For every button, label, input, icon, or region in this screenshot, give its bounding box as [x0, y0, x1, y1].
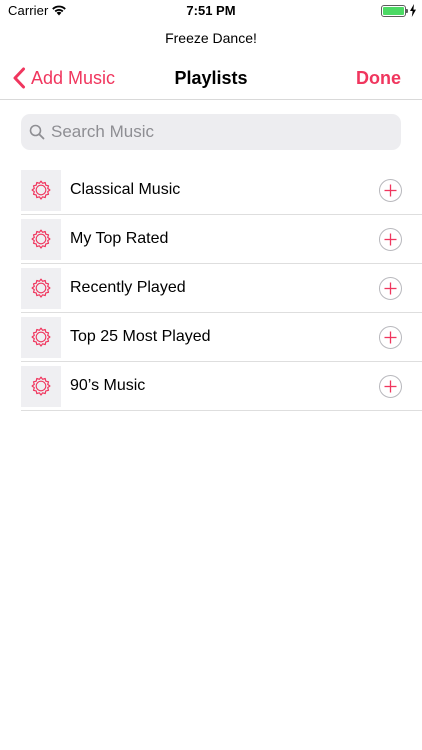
add-icon — [384, 184, 397, 197]
playlist-name: Top 25 Most Played — [70, 328, 211, 345]
playlist-thumbnail — [21, 169, 61, 211]
search-icon — [29, 124, 45, 140]
playlist-gear-icon — [31, 180, 51, 200]
playlist-thumbnail — [21, 218, 61, 260]
charging-bolt-icon — [410, 4, 416, 17]
search-bar[interactable] — [21, 114, 401, 150]
battery-cap — [406, 9, 408, 13]
playlist-thumbnail — [21, 316, 61, 358]
search-input[interactable] — [51, 122, 371, 142]
list-item[interactable]: My Top Rated — [21, 215, 422, 264]
add-playlist-button[interactable] — [379, 277, 402, 300]
playlist-list: Classical Music My Top Rated Recently Pl… — [21, 166, 422, 411]
playlist-gear-icon — [31, 327, 51, 347]
list-item[interactable]: 90’s Music — [21, 362, 422, 411]
add-playlist-button[interactable] — [379, 179, 402, 202]
screen-subtitle: Freeze Dance! — [165, 30, 257, 46]
list-item[interactable]: Classical Music — [21, 166, 422, 215]
add-icon — [384, 380, 397, 393]
playlist-thumbnail — [21, 365, 61, 407]
add-icon — [384, 233, 397, 246]
playlist-gear-icon — [31, 229, 51, 249]
list-item[interactable]: Recently Played — [21, 264, 422, 313]
status-time: 7:51 PM — [186, 3, 236, 18]
navigation-bar: Add Music Playlists Done — [0, 56, 422, 100]
playlist-name: Recently Played — [70, 279, 186, 296]
add-playlist-button[interactable] — [379, 326, 402, 349]
playlist-name: 90’s Music — [70, 377, 146, 394]
battery-icon — [381, 5, 406, 17]
playlist-thumbnail — [21, 267, 61, 309]
add-icon — [384, 331, 397, 344]
add-playlist-button[interactable] — [379, 375, 402, 398]
status-bar: Carrier 7:51 PM — [0, 0, 422, 22]
playlist-name: Classical Music — [70, 181, 181, 198]
list-item[interactable]: Top 25 Most Played — [21, 313, 422, 362]
playlist-gear-icon — [31, 278, 51, 298]
add-icon — [384, 282, 397, 295]
playlist-name: My Top Rated — [70, 230, 169, 247]
add-playlist-button[interactable] — [379, 228, 402, 251]
playlist-gear-icon — [31, 376, 51, 396]
done-button[interactable]: Done — [356, 68, 401, 89]
